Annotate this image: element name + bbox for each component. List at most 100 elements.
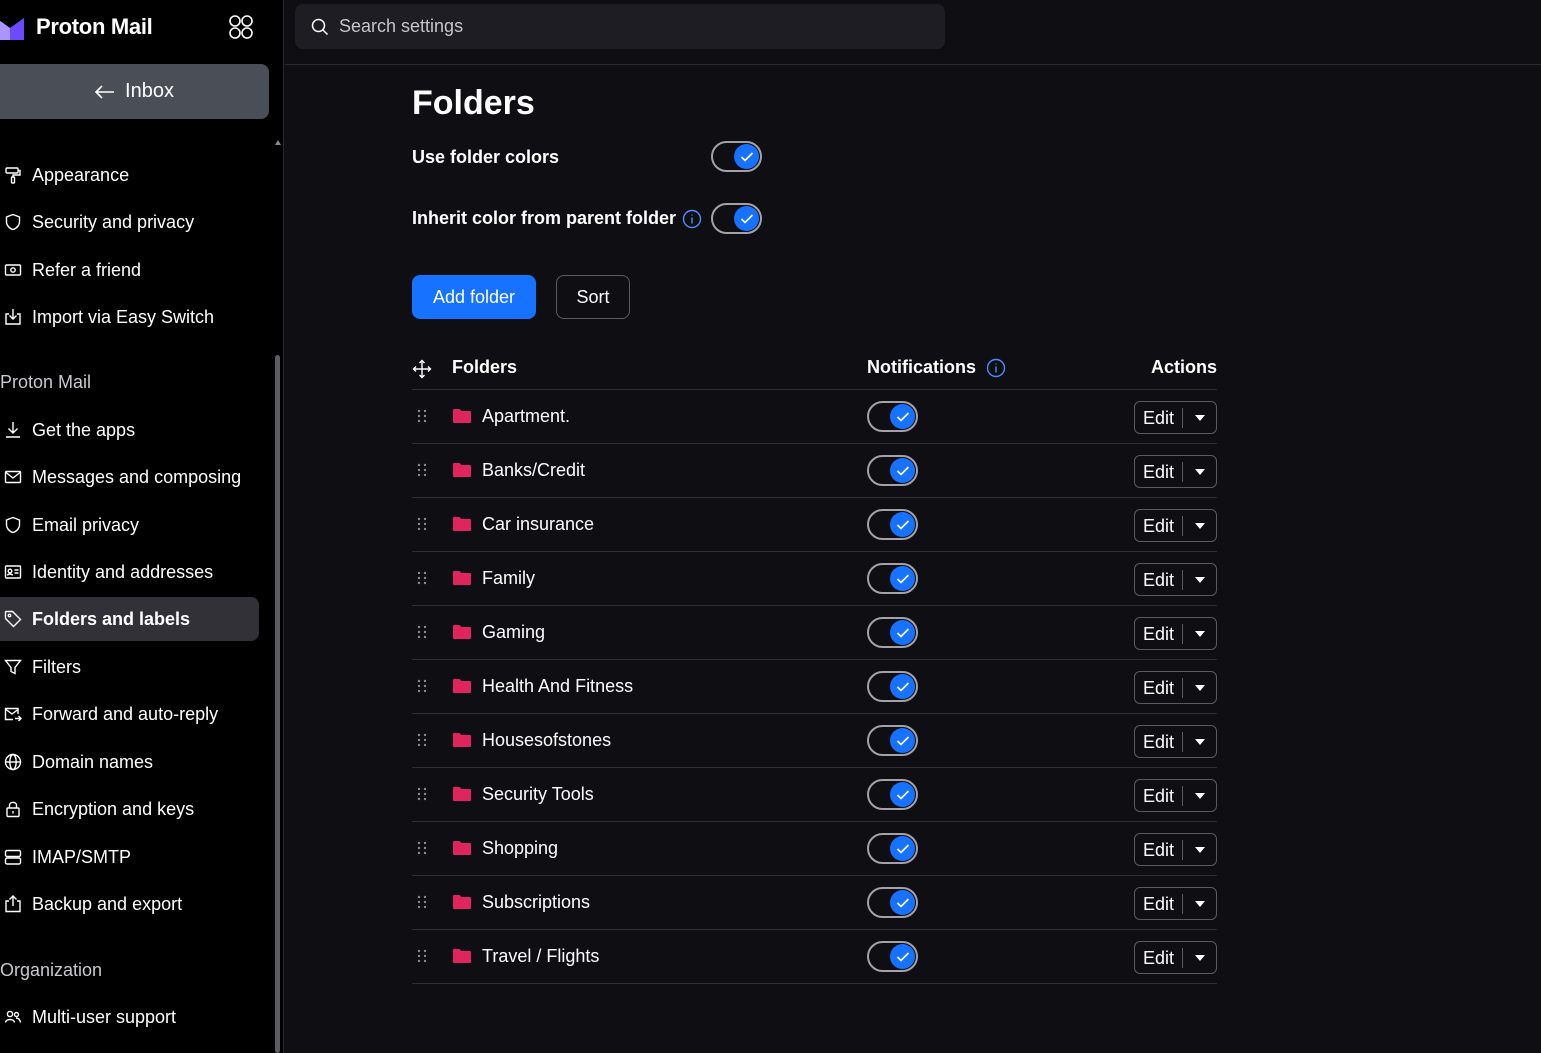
checkmark-icon — [896, 951, 909, 962]
paint-roller-icon — [3, 165, 23, 185]
actions-dropdown-button[interactable] — [1183, 954, 1216, 961]
search-input[interactable] — [339, 16, 899, 37]
table-row: Travel / Flights Edit — [412, 930, 1217, 984]
sidebar-item-forward-and-auto-reply[interactable]: Forward and auto-reply — [0, 692, 259, 736]
actions-dropdown-button[interactable] — [1183, 468, 1216, 475]
back-to-inbox-button[interactable]: Inbox — [0, 64, 269, 119]
edit-button[interactable]: Edit — [1135, 407, 1183, 428]
inherit-color-toggle[interactable] — [711, 203, 762, 234]
folder-notifications-toggle[interactable] — [867, 617, 918, 648]
actions-dropdown-button[interactable] — [1183, 792, 1216, 799]
folder-icon — [453, 571, 471, 585]
drag-handle-icon[interactable] — [416, 948, 428, 964]
sidebar: Proton Mail Inbox Appearance Security an… — [0, 0, 284, 1053]
sidebar-item-identity-and-addresses[interactable]: Identity and addresses — [0, 550, 259, 594]
info-icon[interactable] — [986, 358, 1006, 378]
server-icon — [3, 847, 23, 867]
sidebar-item-filters[interactable]: Filters — [0, 645, 259, 689]
toggle-knob — [890, 404, 915, 429]
sidebar-item-email-privacy[interactable]: Email privacy — [0, 503, 259, 547]
toggle-knob — [890, 620, 915, 645]
drag-handle-icon[interactable] — [416, 732, 428, 748]
sidebar-item-security-and-privacy[interactable]: Security and privacy — [0, 200, 259, 244]
actions-dropdown-button[interactable] — [1183, 630, 1216, 637]
download-icon — [3, 420, 23, 440]
use-folder-colors-text: Use folder colors — [412, 147, 560, 167]
sidebar-item-import-via-easy-switch[interactable]: Import via Easy Switch — [0, 295, 259, 339]
actions-dropdown-button[interactable] — [1183, 738, 1216, 745]
sidebar-item-multi-user-support[interactable]: Multi-user support — [0, 995, 259, 1039]
sidebar-item-get-the-apps[interactable]: Get the apps — [0, 408, 259, 452]
sort-button[interactable]: Sort — [556, 275, 630, 319]
envelope-icon — [3, 467, 23, 487]
sidebar-item-imap-smtp[interactable]: IMAP/SMTP — [0, 835, 259, 879]
toggle-knob — [890, 890, 915, 915]
column-header-notifications: Notifications — [867, 357, 1006, 378]
sidebar-item-domain-names[interactable]: Domain names — [0, 740, 259, 784]
sidebar-item-label: Backup and export — [32, 893, 183, 914]
drag-handle-icon[interactable] — [416, 840, 428, 856]
actions-dropdown-button[interactable] — [1183, 576, 1216, 583]
toggle-knob — [890, 674, 915, 699]
actions-dropdown-button[interactable] — [1183, 846, 1216, 853]
use-folder-colors-toggle[interactable] — [711, 141, 762, 172]
folder-notifications-toggle[interactable] — [867, 725, 918, 756]
edit-button[interactable]: Edit — [1135, 569, 1183, 590]
toggle-knob — [890, 458, 915, 483]
sidebar-scrollbar[interactable] — [275, 355, 280, 1053]
drag-handle-icon[interactable] — [416, 624, 428, 640]
folder-notifications-toggle[interactable] — [867, 779, 918, 810]
actions-dropdown-button[interactable] — [1183, 414, 1216, 421]
folder-icon — [453, 841, 471, 855]
sidebar-item-label: Multi-user support — [32, 1006, 177, 1027]
info-icon[interactable] — [682, 209, 702, 229]
edit-button[interactable]: Edit — [1135, 893, 1183, 914]
folder-notifications-toggle[interactable] — [867, 563, 918, 594]
edit-button[interactable]: Edit — [1135, 623, 1183, 644]
actions-dropdown-button[interactable] — [1183, 522, 1216, 529]
folder-name: Apartment. — [482, 406, 571, 426]
sidebar-item-appearance[interactable]: Appearance — [0, 153, 259, 197]
sidebar-item-refer-a-friend[interactable]: Refer a friend — [0, 248, 259, 292]
folder-notifications-toggle[interactable] — [867, 941, 918, 972]
drag-handle-icon[interactable] — [416, 570, 428, 586]
drag-handle-icon[interactable] — [416, 462, 428, 478]
sidebar-item-label: Domain names — [32, 751, 154, 772]
actions-dropdown-button[interactable] — [1183, 900, 1216, 907]
folder-notifications-toggle[interactable] — [867, 833, 918, 864]
folder-notifications-toggle[interactable] — [867, 455, 918, 486]
shield-icon — [3, 212, 23, 232]
sidebar-item-encryption-and-keys[interactable]: Encryption and keys — [0, 787, 259, 831]
folder-icon — [453, 409, 471, 423]
edit-button[interactable]: Edit — [1135, 731, 1183, 752]
folder-notifications-toggle[interactable] — [867, 887, 918, 918]
sidebar-section-organization: Organization — [0, 960, 103, 980]
add-folder-button[interactable]: Add folder — [412, 275, 536, 319]
drag-handle-icon[interactable] — [416, 678, 428, 694]
drag-handle-icon[interactable] — [416, 786, 428, 802]
actions-dropdown-button[interactable] — [1183, 684, 1216, 691]
folder-notifications-toggle[interactable] — [867, 671, 918, 702]
folder-icon — [453, 733, 471, 747]
drag-handle-icon[interactable] — [416, 894, 428, 910]
edit-button[interactable]: Edit — [1135, 947, 1183, 968]
scroll-up-arrow[interactable] — [275, 140, 281, 145]
drag-handle-icon[interactable] — [416, 516, 428, 532]
edit-button[interactable]: Edit — [1135, 461, 1183, 482]
folder-notifications-toggle[interactable] — [867, 509, 918, 540]
apps-grid-icon[interactable] — [228, 14, 254, 40]
inherit-color-label: Inherit color from parent folder — [412, 208, 702, 229]
folder-notifications-toggle[interactable] — [867, 401, 918, 432]
folder-name: Travel / Flights — [482, 946, 600, 966]
folder-name: Security Tools — [482, 784, 594, 804]
search-bar[interactable] — [295, 4, 945, 49]
edit-button[interactable]: Edit — [1135, 515, 1183, 536]
brand[interactable]: Proton Mail — [0, 10, 153, 44]
sidebar-item-backup-and-export[interactable]: Backup and export — [0, 882, 259, 926]
edit-button[interactable]: Edit — [1135, 785, 1183, 806]
drag-handle-icon[interactable] — [416, 408, 428, 424]
sidebar-item-folders-and-labels[interactable]: Folders and labels — [0, 597, 259, 641]
edit-button[interactable]: Edit — [1135, 677, 1183, 698]
edit-button[interactable]: Edit — [1135, 839, 1183, 860]
sidebar-item-messages-and-composing[interactable]: Messages and composing — [0, 455, 259, 499]
